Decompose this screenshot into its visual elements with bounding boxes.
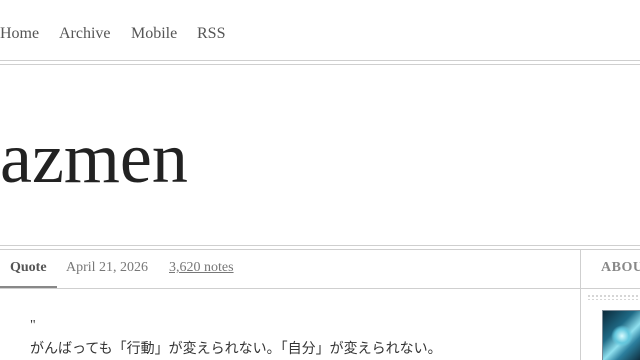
- header-divider: [0, 64, 640, 65]
- post-date[interactable]: April 21, 2026: [66, 250, 148, 286]
- top-nav: Home Archive Mobile RSS: [0, 0, 640, 61]
- sidebar-divider: [580, 250, 581, 360]
- nav-link-rss[interactable]: RSS: [197, 24, 225, 44]
- avatar[interactable]: [602, 310, 640, 360]
- quote-text: がんばっても「行動」が変えられない。「自分」が変えられない。: [30, 341, 442, 357]
- post-notes-link[interactable]: 3,620 notes: [169, 250, 234, 286]
- nav-link-home[interactable]: Home: [0, 24, 39, 44]
- sidebar-rule: [581, 288, 640, 289]
- nav-link-mobile[interactable]: Mobile: [131, 24, 177, 44]
- page: Home Archive Mobile RSS azmen Quote Apri…: [0, 0, 640, 360]
- post-type-tab[interactable]: Quote: [0, 250, 57, 288]
- sidebar-dotted-divider: [587, 294, 640, 300]
- sidebar-about-heading: ABOUT: [601, 260, 640, 275]
- post-meta-bar: Quote April 21, 2026 3,620 notes: [0, 250, 580, 289]
- quote-mark: ": [30, 318, 36, 333]
- blog-title[interactable]: azmen: [0, 118, 188, 198]
- nav-link-archive[interactable]: Archive: [59, 24, 111, 44]
- title-divider-top: [0, 245, 640, 246]
